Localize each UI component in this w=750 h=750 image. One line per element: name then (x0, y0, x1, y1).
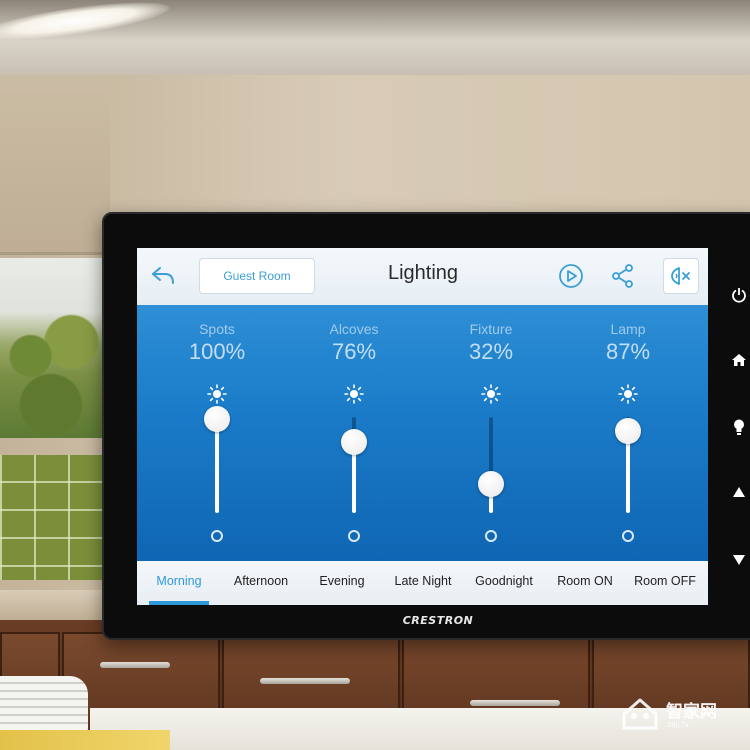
top-bar: Guest Room Lighting (137, 248, 708, 305)
channel-alcoves: Alcoves 76% (289, 305, 419, 561)
scene-button-late-night[interactable]: Late Night (387, 561, 459, 605)
play-icon[interactable] (557, 262, 585, 290)
power-icon[interactable] (726, 282, 750, 308)
channel-spots: Spots 100% (152, 305, 282, 561)
sun-icon (207, 384, 227, 404)
cabinet-handle (470, 700, 560, 706)
window-shade (0, 75, 110, 255)
down-arrow-icon[interactable] (726, 547, 750, 573)
lighting-panel: Spots 100% Alcoves 76% Fixture 32% Lamp … (137, 305, 708, 561)
cabinet-handle (100, 662, 170, 668)
channel-level-text: 100% (188, 339, 246, 364)
channel-level-text: 76% (331, 339, 377, 364)
sun-icon (344, 384, 364, 404)
room-select-button[interactable]: Guest Room (199, 258, 315, 294)
tile-backsplash (0, 455, 102, 580)
scene-button-afternoon[interactable]: Afternoon (225, 561, 297, 605)
off-circle-icon[interactable] (348, 530, 360, 542)
share-icon[interactable] (609, 262, 637, 290)
scene-bar: Morning Afternoon Evening Late Night Goo… (137, 561, 708, 605)
napkin (0, 730, 170, 750)
level-slider-knob[interactable] (204, 406, 230, 432)
channel-lamp: Lamp 87% (563, 305, 693, 561)
channel-fixture: Fixture 32% (426, 305, 556, 561)
level-slider-knob[interactable] (478, 471, 504, 498)
watermark-subtext: ZNJJ.TV (667, 722, 689, 729)
channel-level-text: 32% (468, 339, 514, 364)
scene-button-evening[interactable]: Evening (309, 561, 375, 605)
level-slider-track[interactable] (489, 417, 493, 513)
up-arrow-icon[interactable] (726, 479, 750, 505)
sun-icon (618, 384, 638, 404)
scene-button-room-off[interactable]: Room OFF (629, 561, 701, 605)
sun-icon (481, 384, 501, 404)
mute-button[interactable] (663, 258, 699, 294)
channel-name: Lamp (610, 321, 646, 337)
page-title: Lighting (387, 262, 459, 284)
off-circle-icon[interactable] (211, 530, 223, 542)
level-slider-knob[interactable] (615, 418, 641, 445)
light-bulb-icon[interactable] (726, 414, 750, 440)
off-circle-icon[interactable] (485, 530, 497, 542)
scene-button-goodnight[interactable]: Goodnight (467, 561, 541, 605)
stacked-plates (0, 676, 88, 736)
off-circle-icon[interactable] (622, 530, 634, 542)
channel-name: Alcoves (329, 321, 379, 337)
channel-level-text: 87% (605, 339, 651, 364)
window-tree (0, 300, 102, 440)
scene-button-morning[interactable]: Morning (147, 561, 211, 605)
speaker-mute-icon (671, 267, 690, 285)
scene-button-room-on[interactable]: Room ON (551, 561, 619, 605)
touch-screen: Guest Room Lighting Spots 100% Alcoves 7… (137, 248, 708, 605)
channel-name: Fixture (469, 321, 513, 337)
home-icon[interactable] (726, 347, 750, 373)
channel-name: Spots (199, 321, 235, 337)
level-slider-knob[interactable] (341, 429, 367, 456)
cabinet-handle (260, 678, 350, 684)
brand-logo: CRESTRON (402, 614, 474, 627)
watermark-text: 智家网 (666, 702, 717, 722)
back-arrow-icon[interactable] (149, 262, 177, 290)
